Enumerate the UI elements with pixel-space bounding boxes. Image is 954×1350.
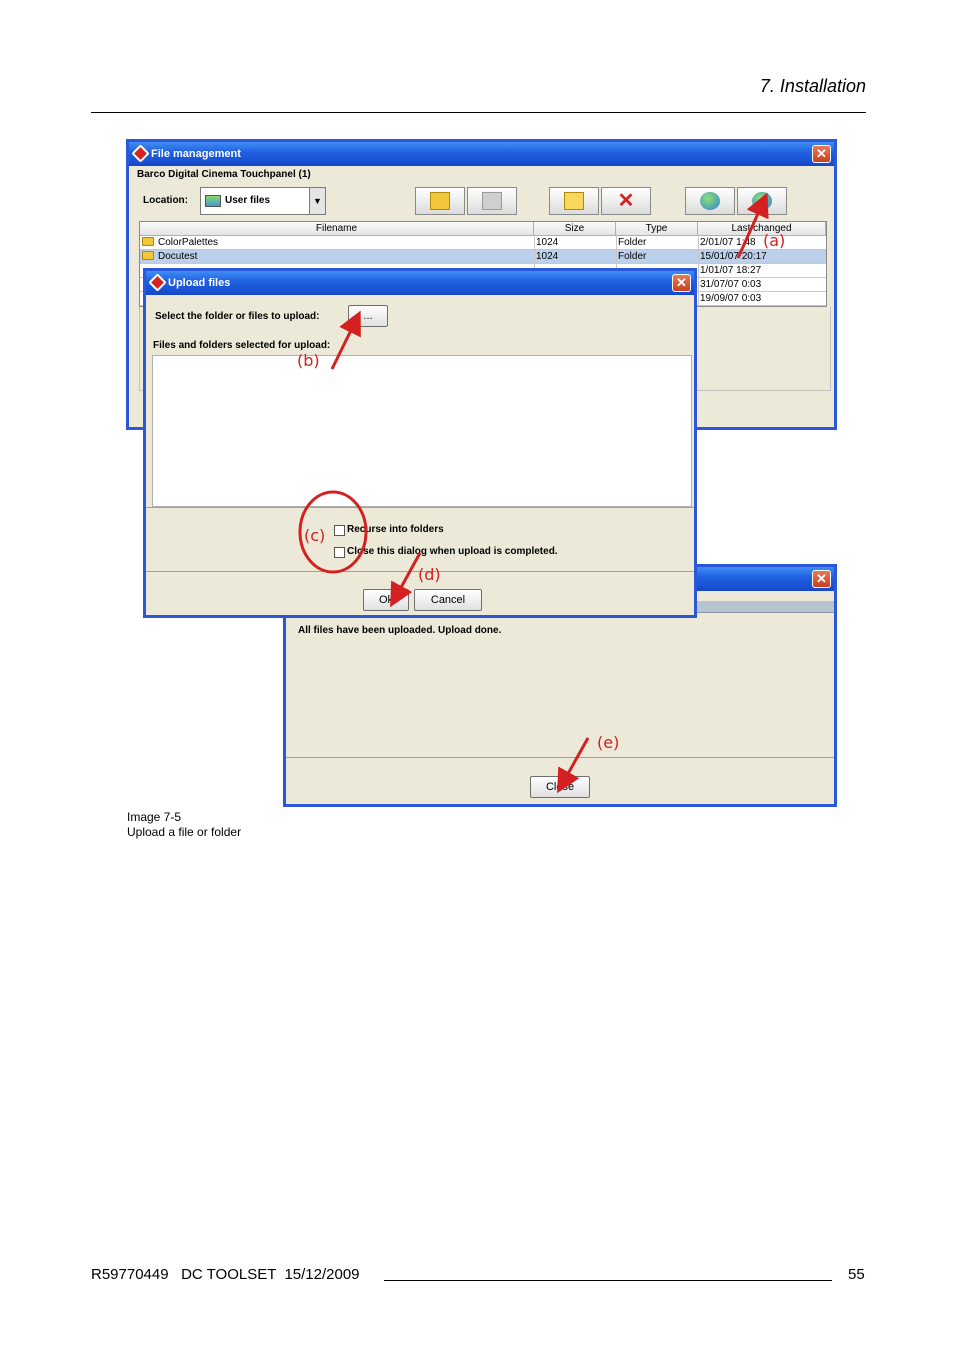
footer-doc-info: R59770449 DC TOOLSET 15/12/2009 (91, 1266, 360, 1283)
annotation-label-a: (a) (763, 231, 786, 250)
caption-text: Upload a file or folder (127, 825, 242, 839)
arrow-b (330, 310, 361, 370)
arrow-d (390, 552, 422, 608)
annotation-label-c: (c) (304, 526, 326, 545)
footer-rule (384, 1280, 832, 1281)
annotation-label-e: (e) (597, 733, 620, 752)
caption-number: Image 7-5 (127, 810, 182, 824)
annotation-label-d: (d) (418, 565, 441, 584)
annotation-label-b: (b) (297, 351, 320, 370)
annotation-arrows (298, 192, 769, 794)
arrow-e (557, 737, 590, 794)
page-number: 55 (848, 1266, 865, 1283)
arrow-a (736, 192, 769, 259)
